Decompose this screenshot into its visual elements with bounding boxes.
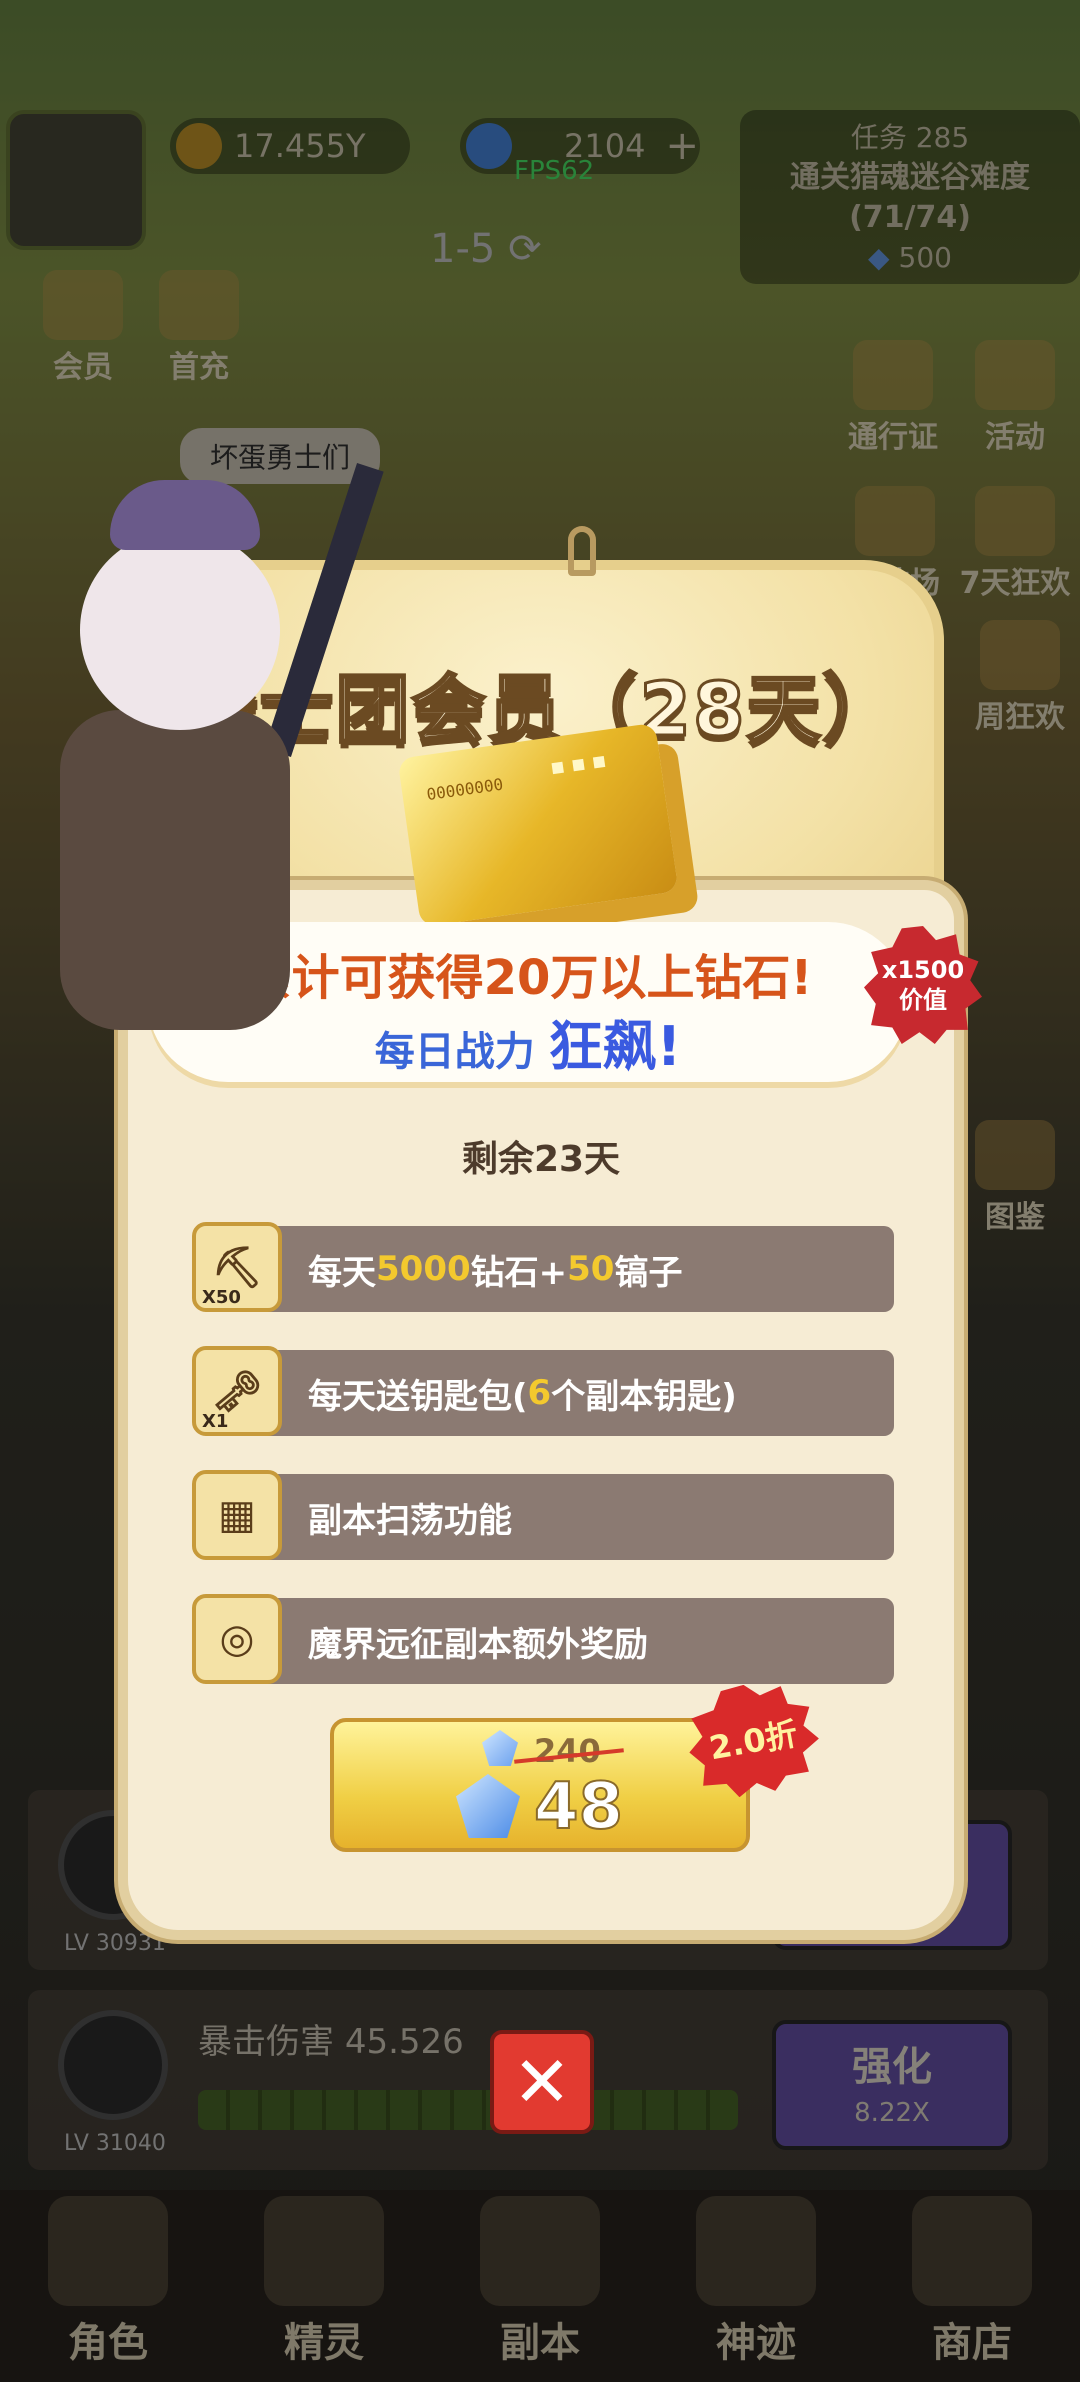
- diamond-icon: [456, 1774, 520, 1838]
- feature-row: ⛏ X50 每天 5000 钻石+ 50 镐子: [192, 1222, 894, 1312]
- key-bundle-icon: 🗝 X1: [192, 1346, 282, 1436]
- gate-icon: ▦: [192, 1470, 282, 1560]
- feature-highlight: 6: [527, 1373, 552, 1413]
- remaining-days: 剩余23天: [461, 1139, 621, 1180]
- close-button[interactable]: ✕: [490, 2030, 594, 2134]
- feature-text: 魔界远征副本额外奖励: [308, 1624, 648, 1665]
- hook-icon: [568, 526, 596, 576]
- feature-row: 🗝 X1 每天送钥匙包( 6 个副本钥匙): [192, 1346, 894, 1436]
- feature-row: ▦ 副本扫荡功能: [192, 1470, 894, 1560]
- ring-icon: ◎: [192, 1594, 282, 1684]
- pickaxe-icon: ⛏ X50: [192, 1222, 282, 1312]
- diamond-small-icon: [482, 1730, 518, 1766]
- close-icon: ✕: [512, 2041, 572, 2123]
- current-price: 48: [533, 1769, 624, 1845]
- value-badge-multiplier: x1500: [881, 956, 965, 984]
- feature-highlight: 5000: [376, 1249, 471, 1289]
- feature-text: 镐子: [614, 1252, 683, 1293]
- promo-line-2-emphasis: 狂飙!: [548, 1015, 682, 1078]
- feature-text: 每天: [308, 1252, 376, 1293]
- feature-text: 个副本钥匙): [551, 1376, 737, 1417]
- promo-line-2-prefix: 每日战力: [374, 1029, 549, 1075]
- feature-qty: X1: [202, 1411, 229, 1432]
- feature-qty: X50: [202, 1287, 241, 1308]
- heroine-character: [10, 463, 384, 1120]
- card-number: 00000000: [425, 774, 505, 805]
- feature-text: 每天送钥匙包(: [308, 1376, 528, 1417]
- feature-row: ◎ 魔界远征副本额外奖励: [192, 1594, 894, 1684]
- character-body: [60, 710, 290, 1030]
- gold-card-icon: 00000000 ▪▪▪: [397, 722, 679, 928]
- buy-button[interactable]: 240 48: [330, 1718, 750, 1852]
- value-badge-label: 价值: [899, 986, 947, 1014]
- character-hat: [110, 480, 260, 550]
- card-dots: ▪▪▪: [548, 747, 615, 781]
- feature-text: 副本扫荡功能: [308, 1500, 512, 1541]
- feature-text: 钻石+: [470, 1252, 568, 1293]
- character-hair: [80, 530, 280, 730]
- feature-highlight: 50: [567, 1249, 615, 1289]
